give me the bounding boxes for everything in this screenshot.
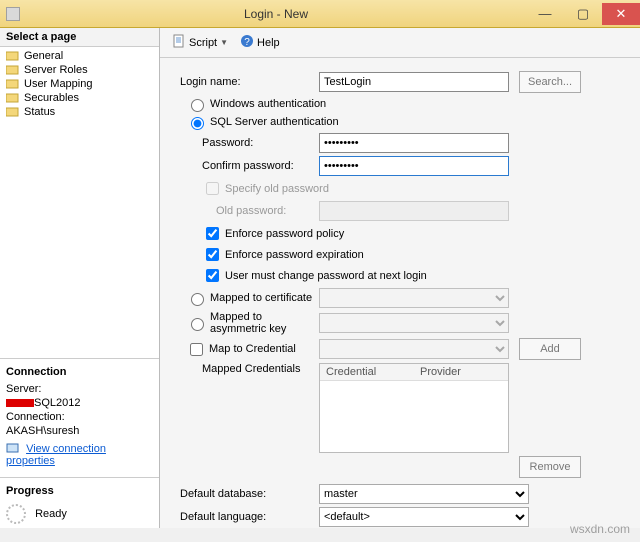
page-item-server-roles[interactable]: Server Roles bbox=[0, 63, 159, 77]
script-button[interactable]: Script ▼ bbox=[168, 32, 232, 53]
mapped-credentials-table[interactable]: Credential Provider bbox=[319, 363, 509, 453]
redacted-icon bbox=[6, 399, 34, 407]
toolbar: Script ▼ ? Help bbox=[160, 28, 640, 58]
page-icon bbox=[6, 50, 20, 62]
progress-spinner-icon bbox=[6, 504, 26, 524]
search-button[interactable]: Search... bbox=[519, 71, 581, 93]
sql-auth-label: SQL Server authentication bbox=[210, 116, 339, 128]
mapped-cert-label: Mapped to certificate bbox=[210, 292, 312, 304]
close-button[interactable]: ✕ bbox=[602, 3, 640, 25]
map-credential-checkbox[interactable] bbox=[190, 343, 203, 356]
page-item-general[interactable]: General bbox=[0, 49, 159, 63]
page-item-status[interactable]: Status bbox=[0, 105, 159, 119]
dropdown-icon: ▼ bbox=[220, 38, 228, 47]
progress-panel: Progress Ready bbox=[0, 477, 159, 528]
login-name-label: Login name: bbox=[174, 76, 319, 88]
main-layout: Select a page General Server Roles User … bbox=[0, 28, 640, 528]
default-lang-label: Default language: bbox=[174, 511, 319, 523]
maximize-button[interactable]: ▢ bbox=[564, 3, 602, 25]
add-button: Add bbox=[519, 338, 581, 360]
remove-button: Remove bbox=[519, 456, 581, 478]
windows-auth-radio[interactable] bbox=[191, 99, 204, 112]
mapped-cert-combo bbox=[319, 288, 509, 308]
page-list: General Server Roles User Mapping Secura… bbox=[0, 47, 159, 358]
page-item-securables[interactable]: Securables bbox=[0, 91, 159, 105]
svg-text:?: ? bbox=[244, 37, 250, 48]
old-password-input bbox=[319, 201, 509, 221]
old-password-label: Old password: bbox=[174, 205, 319, 217]
default-db-label: Default database: bbox=[174, 488, 319, 500]
app-icon bbox=[6, 7, 20, 21]
page-icon bbox=[6, 92, 20, 104]
password-label: Password: bbox=[174, 137, 319, 149]
default-lang-combo[interactable]: <default> bbox=[319, 507, 529, 527]
mapped-asym-combo bbox=[319, 313, 509, 333]
enforce-policy-label: Enforce password policy bbox=[225, 228, 344, 240]
page-label: Status bbox=[24, 106, 55, 118]
connection-value: AKASH\suresh bbox=[6, 425, 153, 437]
mapped-cert-radio[interactable] bbox=[191, 293, 204, 306]
specify-old-password-checkbox bbox=[206, 182, 219, 195]
minimize-button[interactable]: — bbox=[526, 3, 564, 25]
login-name-input[interactable] bbox=[319, 72, 509, 92]
enforce-policy-checkbox[interactable] bbox=[206, 227, 219, 240]
cred-col-credential: Credential bbox=[320, 364, 414, 380]
map-credential-label: Map to Credential bbox=[209, 343, 296, 355]
connection-panel: Connection Server: SQL2012 Connection: A… bbox=[0, 358, 159, 477]
mapped-credentials-label: Mapped Credentials bbox=[174, 363, 319, 375]
window-buttons: — ▢ ✕ bbox=[526, 3, 640, 25]
connection-header: Connection bbox=[6, 363, 153, 381]
must-change-label: User must change password at next login bbox=[225, 270, 427, 282]
script-icon bbox=[172, 34, 186, 51]
page-label: Server Roles bbox=[24, 64, 88, 76]
default-db-combo[interactable]: master bbox=[319, 484, 529, 504]
titlebar: Login - New — ▢ ✕ bbox=[0, 0, 640, 28]
page-icon bbox=[6, 64, 20, 76]
mapped-asym-label: Mapped to asymmetric key bbox=[210, 311, 319, 335]
page-label: Securables bbox=[24, 92, 79, 104]
page-label: General bbox=[24, 50, 63, 62]
progress-header: Progress bbox=[6, 482, 153, 500]
progress-status: Ready bbox=[35, 508, 67, 520]
mapped-asym-radio[interactable] bbox=[191, 318, 204, 331]
page-icon bbox=[6, 106, 20, 118]
connection-props-icon bbox=[6, 443, 20, 455]
confirm-password-label: Confirm password: bbox=[174, 160, 319, 172]
windows-auth-label: Windows authentication bbox=[210, 98, 326, 110]
specify-old-password-label: Specify old password bbox=[225, 183, 329, 195]
cred-col-provider: Provider bbox=[414, 364, 508, 380]
window-title: Login - New bbox=[26, 7, 526, 21]
connection-label: Connection: bbox=[6, 411, 153, 423]
sql-auth-radio[interactable] bbox=[191, 117, 204, 130]
server-label: Server: bbox=[6, 383, 153, 395]
page-item-user-mapping[interactable]: User Mapping bbox=[0, 77, 159, 91]
right-pane: Script ▼ ? Help Login name: Search... Wi… bbox=[160, 28, 640, 528]
password-input[interactable] bbox=[319, 133, 509, 153]
help-icon: ? bbox=[240, 34, 254, 51]
page-label: User Mapping bbox=[24, 78, 92, 90]
enforce-expiration-label: Enforce password expiration bbox=[225, 249, 364, 261]
enforce-expiration-checkbox[interactable] bbox=[206, 248, 219, 261]
server-value: SQL2012 bbox=[6, 397, 153, 409]
must-change-checkbox[interactable] bbox=[206, 269, 219, 282]
left-pane: Select a page General Server Roles User … bbox=[0, 28, 160, 528]
select-page-header: Select a page bbox=[0, 28, 159, 47]
view-connection-link[interactable]: View connection properties bbox=[6, 443, 106, 467]
help-button[interactable]: ? Help bbox=[236, 32, 284, 53]
login-form: Login name: Search... Windows authentica… bbox=[160, 58, 640, 528]
confirm-password-input[interactable] bbox=[319, 156, 509, 176]
map-credential-combo bbox=[319, 339, 509, 359]
page-icon bbox=[6, 78, 20, 90]
